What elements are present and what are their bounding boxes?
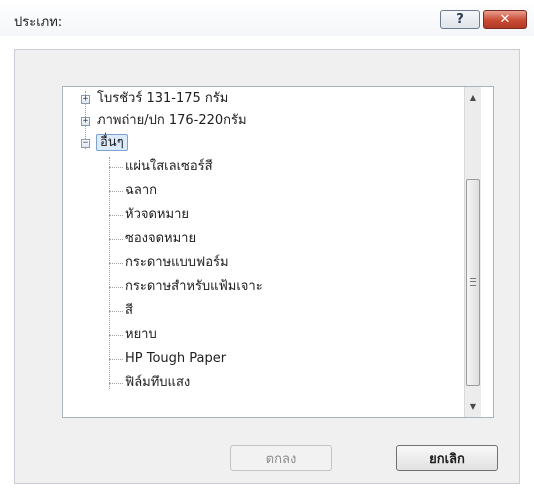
paper-type-dialog: ประเภท: ? ✕ + + − โบรชัวร์ 131-175 กรัม … bbox=[0, 0, 534, 495]
tree-item-letterhead[interactable]: หัวจดหมาย bbox=[125, 205, 189, 225]
tree-item-rough[interactable]: หยาบ bbox=[125, 325, 157, 345]
vertical-scrollbar[interactable]: ▲ ▼ bbox=[464, 87, 481, 417]
tree-connector bbox=[109, 215, 123, 216]
tree-connector bbox=[109, 167, 123, 168]
scroll-thumb[interactable] bbox=[466, 179, 480, 386]
tree-connector bbox=[109, 287, 123, 288]
tree-item-other-label: อื่นๆ bbox=[96, 134, 128, 151]
tree-connector bbox=[109, 383, 123, 384]
close-button[interactable]: ✕ bbox=[483, 10, 527, 29]
tree-item-labels[interactable]: ฉลาก bbox=[125, 181, 157, 201]
tree-item-other[interactable]: อื่นๆ bbox=[96, 133, 128, 153]
grip-icon bbox=[470, 278, 476, 286]
tree-item-opaque-film[interactable]: ฟิล์มทึบแสง bbox=[125, 373, 190, 393]
tree-item-prepunched[interactable]: กระดาษสำหรับแฟ้มเจาะ bbox=[125, 277, 263, 297]
scroll-up-icon[interactable]: ▲ bbox=[465, 89, 481, 106]
scroll-down-icon[interactable]: ▼ bbox=[465, 398, 481, 415]
tree-connector bbox=[109, 359, 123, 360]
tree-connector bbox=[109, 191, 123, 192]
tree-connector bbox=[109, 335, 123, 336]
expand-brochure-icon[interactable]: + bbox=[81, 95, 90, 104]
ok-button[interactable]: ตกลง bbox=[230, 445, 332, 471]
paper-type-tree: + + − โบรชัวร์ 131-175 กรัม ภาพถ่าย/ปก 1… bbox=[62, 86, 494, 418]
help-icon: ? bbox=[456, 12, 464, 27]
tree-item-hp-tough-paper[interactable]: HP Tough Paper bbox=[125, 349, 226, 369]
title-bar: ประเภท: ? ✕ bbox=[0, 0, 534, 36]
tree-item-color-laser-transparency[interactable]: แผ่นใสเลเซอร์สี bbox=[125, 157, 213, 177]
tree-item-envelope[interactable]: ซองจดหมาย bbox=[125, 229, 196, 249]
tree-item-brochure[interactable]: โบรชัวร์ 131-175 กรัม bbox=[97, 89, 228, 109]
dialog-title: ประเภท: bbox=[14, 15, 63, 30]
tree-connector bbox=[109, 311, 123, 312]
tree-connector bbox=[109, 263, 123, 264]
collapse-other-icon[interactable]: − bbox=[81, 139, 90, 148]
tree-item-photo-cover[interactable]: ภาพถ่าย/ปก 176-220กรัม bbox=[97, 111, 247, 131]
expand-photo-cover-icon[interactable]: + bbox=[81, 117, 90, 126]
cancel-button[interactable]: ยกเลิก bbox=[396, 445, 498, 471]
help-button[interactable]: ? bbox=[440, 10, 480, 29]
tree-connector bbox=[109, 239, 123, 240]
tree-item-preprinted[interactable]: กระดาษแบบฟอร์ม bbox=[125, 253, 229, 273]
tree-item-colored[interactable]: สี bbox=[125, 301, 133, 321]
close-icon: ✕ bbox=[499, 12, 511, 27]
